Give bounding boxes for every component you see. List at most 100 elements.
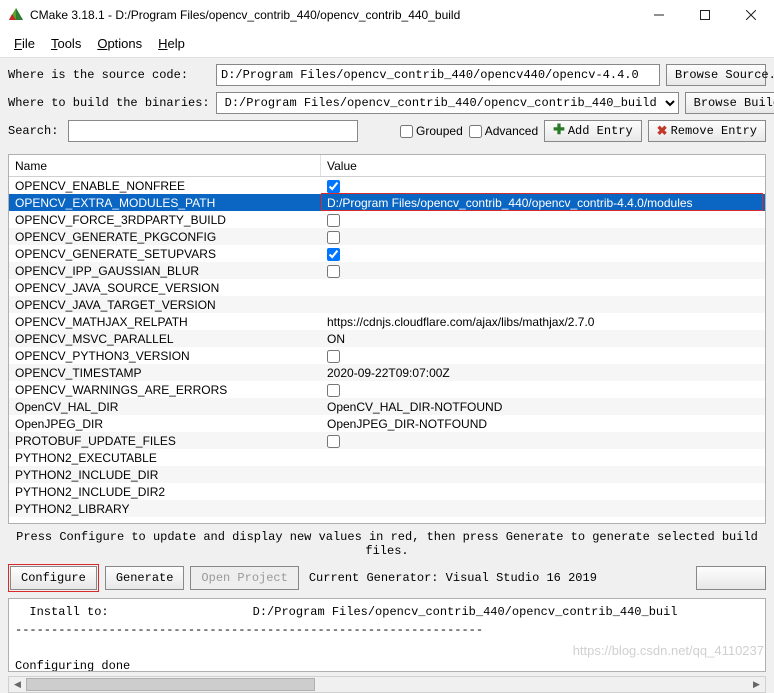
table-row[interactable]: PROTOBUF_UPDATE_FILES (9, 432, 765, 449)
option-value[interactable] (321, 263, 765, 277)
table-row[interactable]: OPENCV_MATHJAX_RELPATHhttps://cdnjs.clou… (9, 313, 765, 330)
option-name: PYTHON2_LIBRARY (9, 502, 321, 516)
option-name: OPENCV_FORCE_3RDPARTY_BUILD (9, 213, 321, 227)
option-name: PYTHON2_EXECUTABLE (9, 451, 321, 465)
option-checkbox[interactable] (327, 180, 340, 193)
option-value[interactable]: OpenCV_HAL_DIR-NOTFOUND (321, 400, 765, 414)
option-value[interactable] (321, 246, 765, 260)
option-value[interactable]: OpenJPEG_DIR-NOTFOUND (321, 417, 765, 431)
option-name: OPENCV_PYTHON3_VERSION (9, 349, 321, 363)
table-row[interactable]: OPENCV_JAVA_SOURCE_VERSION (9, 279, 765, 296)
menu-help[interactable]: Help (152, 34, 191, 53)
option-name: OPENCV_MSVC_PARALLEL (9, 332, 321, 346)
option-checkbox[interactable] (327, 248, 340, 261)
table-row[interactable]: OPENCV_EXTRA_MODULES_PATHD:/Program File… (9, 194, 765, 211)
configure-button[interactable]: Configure (10, 566, 97, 590)
advanced-checkbox[interactable]: Advanced (469, 124, 538, 138)
option-value[interactable] (321, 382, 765, 396)
option-name: OPENCV_JAVA_TARGET_VERSION (9, 298, 321, 312)
option-value[interactable]: ON (321, 332, 765, 346)
table-row[interactable]: OPENCV_ENABLE_NONFREE (9, 177, 765, 194)
menu-options[interactable]: Options (91, 34, 148, 53)
close-button[interactable] (728, 0, 774, 30)
app-icon (8, 7, 24, 23)
scroll-right-icon[interactable]: ▶ (748, 677, 765, 692)
option-name: OpenCV_HAL_DIR (9, 400, 321, 414)
open-project-button[interactable]: Open Project (190, 566, 298, 590)
option-checkbox[interactable] (327, 384, 340, 397)
table-row[interactable]: OPENCV_GENERATE_SETUPVARS (9, 245, 765, 262)
table-row[interactable]: OPENCV_JAVA_TARGET_VERSION (9, 296, 765, 313)
table-row[interactable]: OpenJPEG_DIROpenJPEG_DIR-NOTFOUND (9, 415, 765, 432)
option-checkbox[interactable] (327, 231, 340, 244)
option-name: OPENCV_WARNINGS_ARE_ERRORS (9, 383, 321, 397)
source-label: Where is the source code: (8, 68, 210, 82)
option-checkbox[interactable] (327, 435, 340, 448)
option-name: OPENCV_JAVA_SOURCE_VERSION (9, 281, 321, 295)
browse-build-button[interactable]: Browse Build... (685, 92, 774, 114)
grouped-checkbox[interactable]: Grouped (400, 124, 463, 138)
table-row[interactable]: OPENCV_TIMESTAMP2020-09-22T09:07:00Z (9, 364, 765, 381)
build-label: Where to build the binaries: (8, 96, 210, 110)
remove-entry-button[interactable]: ✖Remove Entry (648, 120, 766, 142)
table-row[interactable]: OPENCV_FORCE_3RDPARTY_BUILD (9, 211, 765, 228)
header-value[interactable]: Value (321, 159, 765, 173)
header-name[interactable]: Name (9, 155, 321, 176)
option-name: PYTHON2_INCLUDE_DIR (9, 468, 321, 482)
table-header: Name Value (9, 155, 765, 177)
option-value[interactable] (321, 348, 765, 362)
option-name: OPENCV_EXTRA_MODULES_PATH (9, 196, 321, 210)
option-name: OPENCV_GENERATE_PKGCONFIG (9, 230, 321, 244)
maximize-button[interactable] (682, 0, 728, 30)
build-select[interactable]: D:/Program Files/opencv_contrib_440/open… (216, 92, 679, 114)
scrollbar-thumb[interactable] (26, 678, 315, 691)
table-row[interactable]: PYTHON2_EXECUTABLE (9, 449, 765, 466)
table-row[interactable]: OPENCV_IPP_GAUSSIAN_BLUR (9, 262, 765, 279)
remove-icon: ✖ (657, 125, 668, 138)
table-row[interactable]: OpenCV_HAL_DIROpenCV_HAL_DIR-NOTFOUND (9, 398, 765, 415)
option-name: OPENCV_IPP_GAUSSIAN_BLUR (9, 264, 321, 278)
option-value[interactable] (321, 178, 765, 192)
table-row[interactable]: OPENCV_WARNINGS_ARE_ERRORS (9, 381, 765, 398)
option-name: OPENCV_ENABLE_NONFREE (9, 179, 321, 193)
horizontal-scrollbar[interactable]: ◀ ▶ (8, 676, 766, 693)
option-name: OpenJPEG_DIR (9, 417, 321, 431)
generate-button[interactable]: Generate (105, 566, 185, 590)
option-value[interactable] (321, 229, 765, 243)
search-input[interactable] (68, 120, 358, 142)
option-value[interactable]: 2020-09-22T09:07:00Z (321, 366, 765, 380)
table-row[interactable]: PYTHON2_INCLUDE_DIR2 (9, 483, 765, 500)
hint-text: Press Configure to update and display ne… (0, 524, 774, 562)
table-row[interactable]: PYTHON2_LIBRARY (9, 500, 765, 517)
option-checkbox[interactable] (327, 214, 340, 227)
plus-icon: ✚ (553, 124, 565, 138)
option-value[interactable]: D:/Program Files/opencv_contrib_440/open… (321, 196, 765, 210)
option-value[interactable] (321, 212, 765, 226)
minimize-button[interactable] (636, 0, 682, 30)
current-generator-label: Current Generator: Visual Studio 16 2019 (309, 571, 597, 585)
option-name: OPENCV_TIMESTAMP (9, 366, 321, 380)
table-row[interactable]: OPENCV_MSVC_PARALLELON (9, 330, 765, 347)
table-row[interactable]: OPENCV_PYTHON3_VERSION (9, 347, 765, 364)
menu-tools[interactable]: Tools (45, 34, 87, 53)
window-title: CMake 3.18.1 - D:/Program Files/opencv_c… (30, 8, 460, 22)
options-table: Name Value OPENCV_ENABLE_NONFREEOPENCV_E… (8, 154, 766, 524)
browse-source-button[interactable]: Browse Source... (666, 64, 766, 86)
option-name: PYTHON2_INCLUDE_DIR2 (9, 485, 321, 499)
option-value[interactable]: https://cdnjs.cloudflare.com/ajax/libs/m… (321, 315, 765, 329)
option-checkbox[interactable] (327, 265, 340, 278)
scroll-left-icon[interactable]: ◀ (9, 677, 26, 692)
table-row[interactable]: OPENCV_GENERATE_PKGCONFIG (9, 228, 765, 245)
empty-button[interactable] (696, 566, 766, 590)
add-entry-button[interactable]: ✚Add Entry (544, 120, 642, 142)
search-label: Search: (8, 124, 58, 138)
configure-highlight: Configure (8, 564, 99, 592)
option-checkbox[interactable] (327, 350, 340, 363)
source-input[interactable] (216, 64, 660, 86)
option-name: OPENCV_GENERATE_SETUPVARS (9, 247, 321, 261)
option-value[interactable] (321, 433, 765, 447)
menubar: File Tools Options Help (0, 30, 774, 58)
table-row[interactable]: PYTHON2_INCLUDE_DIR (9, 466, 765, 483)
menu-file[interactable]: File (8, 34, 41, 53)
log-output[interactable]: Install to: D:/Program Files/opencv_cont… (8, 598, 766, 672)
